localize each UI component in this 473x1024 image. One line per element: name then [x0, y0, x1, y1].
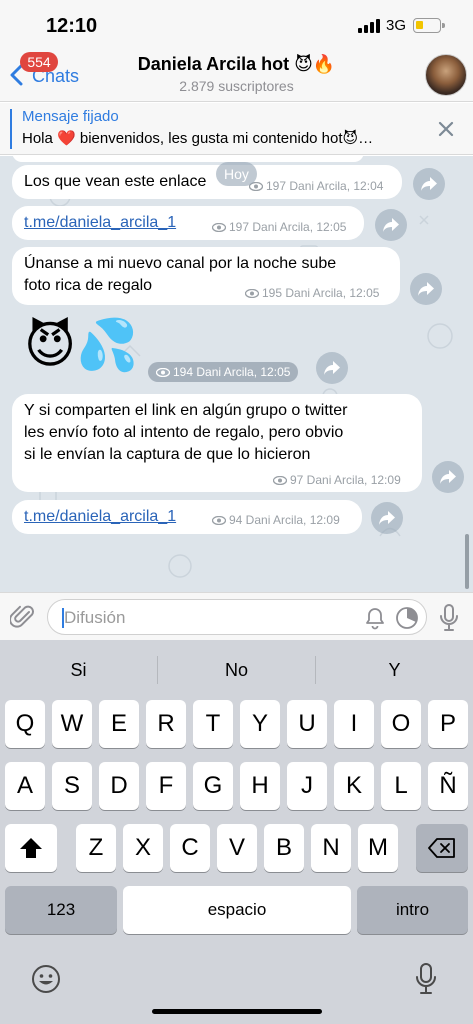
key-z[interactable]: Z	[76, 824, 116, 872]
unread-badge: 554	[20, 52, 58, 72]
channel-link[interactable]: t.me/daniela_arcila_1	[24, 214, 176, 231]
key-a[interactable]: A	[5, 762, 45, 810]
message-input-placeholder: Difusión	[64, 608, 126, 627]
views-eye-icon	[245, 289, 259, 298]
backspace-icon	[428, 838, 455, 858]
date-separator: Hoy	[216, 162, 257, 186]
key-i[interactable]: I	[334, 700, 374, 748]
pinned-accent-bar	[10, 109, 12, 149]
key-d[interactable]: D	[99, 762, 139, 810]
key-x[interactable]: X	[123, 824, 163, 872]
keyboard: Si No Y Q W E R T Y U I O P A S D F G H …	[0, 640, 473, 1024]
status-time: 12:10	[46, 15, 98, 37]
pinned-message[interactable]: Mensaje fijado Hola ❤️ bienvenidos, les …	[0, 103, 473, 155]
views-eye-icon	[212, 516, 226, 525]
message-text-line: Únanse a mi nuevo canal por la noche sub…	[24, 255, 337, 272]
message-meta: 94 Dani Arcila, 12:09	[212, 513, 340, 527]
key-n[interactable]: N	[311, 824, 351, 872]
key-j[interactable]: J	[287, 762, 327, 810]
key-s[interactable]: S	[52, 762, 92, 810]
key-k[interactable]: K	[334, 762, 374, 810]
space-bar[interactable]: espacio	[123, 886, 351, 934]
key-o[interactable]: O	[381, 700, 421, 748]
key-t[interactable]: T	[193, 700, 233, 748]
subscriber-count: 2.879 suscriptores	[179, 78, 294, 94]
key-y[interactable]: Y	[240, 700, 280, 748]
forward-button[interactable]	[410, 273, 442, 305]
message-list[interactable]: Los que vean este enlace 197 Dani Arcila…	[0, 156, 473, 592]
message-meta: 197 Dani Arcila, 12:05	[212, 220, 346, 234]
channel-title[interactable]: Daniela Arcila hot 😈🔥	[100, 54, 373, 75]
delete-key[interactable]	[416, 824, 468, 872]
dictation-microphone-icon[interactable]	[414, 962, 438, 996]
views-eye-icon	[212, 223, 226, 232]
channel-avatar[interactable]	[425, 54, 467, 96]
home-indicator[interactable]	[152, 1009, 322, 1014]
message-text-line: Y si comparten el link en algún grupo o …	[24, 402, 348, 419]
key-r[interactable]: R	[146, 700, 186, 748]
network-type: 3G	[386, 17, 407, 34]
scroll-indicator[interactable]	[465, 534, 469, 589]
key-h[interactable]: H	[240, 762, 280, 810]
suggestion-3[interactable]: Y	[316, 652, 473, 688]
key-m[interactable]: M	[358, 824, 398, 872]
message-meta: 195 Dani Arcila, 12:05	[245, 286, 379, 300]
emoji-message[interactable]: 😈💦	[24, 320, 138, 370]
key-w[interactable]: W	[52, 700, 92, 748]
back-button[interactable]: Chats 554	[6, 52, 96, 94]
emoji-keyboard-icon[interactable]	[30, 963, 62, 995]
key-n-tilde[interactable]: Ñ	[428, 762, 468, 810]
microphone-icon[interactable]	[438, 603, 460, 633]
shift-key[interactable]	[5, 824, 57, 872]
key-v[interactable]: V	[217, 824, 257, 872]
composer-bar: Difusión	[0, 592, 473, 640]
pinned-text: Hola ❤️ bienvenidos, les gusta mi conten…	[22, 130, 374, 147]
views-eye-icon	[156, 368, 170, 377]
suggestion-2[interactable]: No	[158, 652, 315, 688]
key-e[interactable]: E	[99, 700, 139, 748]
message-text: Los que vean este enlace	[24, 173, 207, 190]
shift-arrow-icon	[20, 838, 42, 858]
channel-link[interactable]: t.me/daniela_arcila_1	[24, 508, 176, 525]
battery-icon	[413, 18, 445, 33]
message-meta: 197 Dani Arcila, 12:04	[249, 179, 383, 193]
message-text-line: les envío foto al intento de regalo, per…	[24, 424, 344, 441]
views-eye-icon	[273, 476, 287, 485]
message-input[interactable]: Difusión	[47, 599, 427, 635]
forward-button[interactable]	[432, 461, 464, 493]
key-p[interactable]: P	[428, 700, 468, 748]
key-l[interactable]: L	[381, 762, 421, 810]
timer-icon[interactable]	[395, 606, 419, 630]
message-meta: 97 Dani Arcila, 12:09	[273, 473, 401, 487]
key-b[interactable]: B	[264, 824, 304, 872]
forward-button[interactable]	[316, 352, 348, 384]
forward-button[interactable]	[413, 168, 445, 200]
forward-button[interactable]	[371, 502, 403, 534]
key-q[interactable]: Q	[5, 700, 45, 748]
signal-icon	[358, 19, 382, 33]
message-meta: 194 Dani Arcila, 12:05	[148, 362, 299, 382]
bell-icon[interactable]	[364, 606, 386, 630]
key-c[interactable]: C	[170, 824, 210, 872]
numbers-key[interactable]: 123	[5, 886, 117, 934]
return-key[interactable]: intro	[357, 886, 468, 934]
key-g[interactable]: G	[193, 762, 233, 810]
pinned-title: Mensaje fijado	[22, 108, 119, 125]
paperclip-icon[interactable]	[10, 603, 36, 631]
message-text-line: si le envían la captura de que lo hicier…	[24, 446, 311, 463]
suggestion-1[interactable]: Si	[0, 652, 157, 688]
forward-button[interactable]	[375, 209, 407, 241]
close-icon[interactable]	[434, 117, 458, 141]
message-bubble-partial	[12, 156, 364, 162]
key-u[interactable]: U	[287, 700, 327, 748]
status-bar: 12:10 3G	[0, 0, 473, 48]
key-f[interactable]: F	[146, 762, 186, 810]
chat-header: Chats 554 Daniela Arcila hot 😈🔥 2.879 su…	[0, 48, 473, 102]
